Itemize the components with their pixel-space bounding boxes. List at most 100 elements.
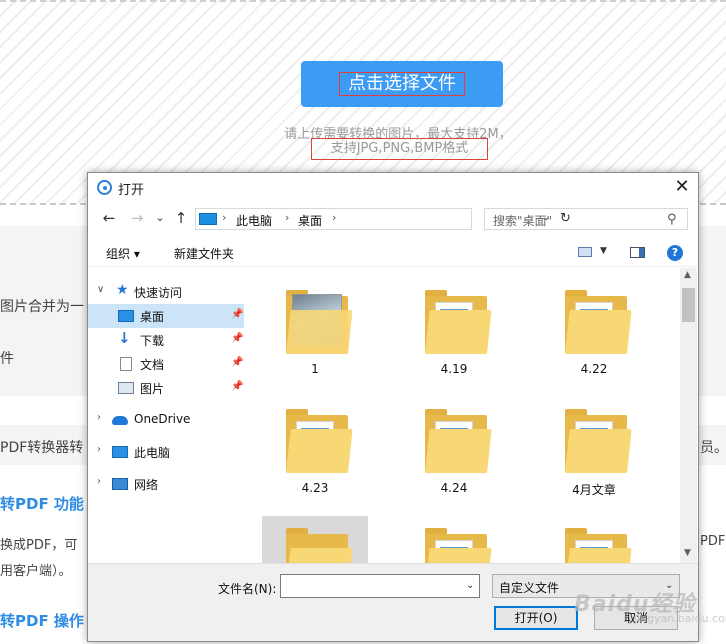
collapsed-chevron-icon[interactable]: › [97,476,101,487]
help-icon[interactable]: ? [667,245,683,261]
page-text: 换成PDF，可 [0,538,78,553]
nav-item-downloads[interactable]: ↓ 下载 📌 [88,328,244,352]
pin-icon[interactable]: 📌 [231,333,243,344]
folder-name: 4.23 [301,481,329,495]
nav-item-label: 文档 [140,358,165,372]
page-text: 员。 [700,440,726,456]
scroll-down-icon[interactable]: ▼ [684,548,691,558]
nav-item-this-pc[interactable]: › 此电脑 [88,440,244,464]
navigation-bar: ← → ⌄ ↑ › 此电脑 › 桌面 › ⌄ ↻ 搜索"桌面" ⚲ [88,203,698,235]
pin-icon[interactable]: 📌 [231,381,243,392]
breadcrumb-separator: › [222,211,227,224]
folder-item[interactable] [262,516,368,563]
folder-name: 4.22 [580,362,608,376]
dialog-titlebar[interactable]: 打开 ✕ [88,173,698,201]
nav-item-label: OneDrive [134,412,191,426]
back-arrow-icon[interactable]: ← [100,209,118,227]
chevron-down-icon[interactable]: ⌄ [466,580,474,591]
document-icon [120,357,132,371]
breadcrumb-this-pc[interactable]: 此电脑 [236,212,272,229]
picture-icon [118,382,134,394]
computer-icon [199,213,217,225]
recent-locations-chevron-icon[interactable]: ⌄ [151,209,169,227]
folder-item[interactable]: 4.19 [401,278,507,384]
pin-icon[interactable]: 📌 [231,309,243,320]
collapsed-chevron-icon[interactable]: › [97,412,101,423]
baidu-watermark: Baidu经验 jingyan.baidu.com [560,572,726,632]
page-text: PDF [700,534,726,549]
select-file-button[interactable]: 点击选择文件 [301,61,503,107]
nav-item-documents[interactable]: 文档 📌 [88,352,244,376]
page-text: 件 [0,351,14,367]
nav-item-label: 桌面 [140,310,165,324]
nav-item-onedrive[interactable]: › OneDrive [88,408,244,432]
file-type-value: 自定义文件 [499,581,560,595]
folder-item[interactable]: 4月文章 [541,397,647,503]
search-icon: ⚲ [667,212,677,227]
search-box[interactable]: 搜索"桌面" ⚲ [484,208,688,230]
filename-label: 文件名(N): [218,582,277,596]
view-mode-dropdown-icon[interactable]: ▼ [600,246,607,256]
nav-item-network[interactable]: › 网络 [88,472,244,496]
breadcrumb-desktop[interactable]: 桌面 [298,212,322,229]
watermark-url: jingyan.baidu.com [634,612,726,625]
select-file-label: 点击选择文件 [339,72,465,96]
breadcrumb-separator: › [285,211,290,224]
new-folder-button[interactable]: 新建文件夹 [174,245,234,262]
scrollbar-thumb[interactable] [682,288,695,322]
forward-arrow-icon[interactable]: → [128,209,146,227]
filename-field[interactable]: ⌄ [280,574,480,598]
close-icon[interactable]: ✕ [670,176,694,198]
computer-icon [112,446,128,458]
dialog-title: 打开 [118,183,145,198]
folder-icon [425,429,492,473]
preview-pane-icon[interactable] [630,247,645,258]
file-list: 1 4.19 4.22 4.23 4.24 4月文章 [248,268,680,563]
upload-hint-line2: 支持JPG,PNG,BMP格式 [311,138,488,160]
collapsed-chevron-icon[interactable]: › [97,444,101,455]
folder-icon [565,429,632,473]
folder-icon [286,429,353,473]
search-input[interactable]: 搜索"桌面" [493,212,552,229]
folder-item[interactable]: 4.24 [401,397,507,503]
star-icon: ★ [116,282,129,298]
folder-item[interactable]: 4.22 [541,278,647,384]
address-bar[interactable]: › 此电脑 › 桌面 › ⌄ ↻ [195,208,571,230]
page-text: PDF转换器转 [0,440,84,456]
pin-icon[interactable]: 📌 [231,357,243,368]
folder-name: 4月文章 [572,483,616,497]
folder-item[interactable]: 1 [262,278,368,384]
navigation-pane: ∨ ★ 快速访问 桌面 📌 ↓ 下载 📌 文档 📌 图片 📌 › OneDriv [88,268,246,563]
view-mode-icon[interactable] [578,247,592,257]
folder-item[interactable] [541,516,647,563]
folder-icon [565,548,632,563]
nav-item-label: 快速访问 [134,286,183,300]
nav-item-label: 下载 [140,334,165,348]
download-arrow-icon: ↓ [118,329,131,347]
nav-item-pictures[interactable]: 图片 📌 [88,376,244,400]
up-arrow-icon[interactable]: ↑ [172,209,190,227]
folder-icon [425,548,492,563]
page-text: 用客户端）。 [0,564,72,579]
nav-item-label: 此电脑 [134,446,171,460]
vertical-scrollbar[interactable]: ▲ ▼ [680,268,697,563]
folder-item[interactable] [401,516,507,563]
nav-item-label: 网络 [134,478,159,492]
folder-icon [425,310,492,354]
folder-icon [286,310,353,354]
organize-menu[interactable]: 组织 ▾ [106,245,140,262]
desktop-icon [118,310,134,322]
nav-item-desktop[interactable]: 桌面 📌 [88,304,244,328]
scroll-up-icon[interactable]: ▲ [684,270,691,280]
nav-item-quick-access[interactable]: ∨ ★ 快速访问 [88,280,244,304]
page-heading: 转PDF 操作 [0,612,84,630]
folder-item[interactable]: 4.23 [262,397,368,503]
folder-icon [565,310,632,354]
expanded-chevron-icon[interactable]: ∨ [97,284,104,295]
page-text: 图片合并为一 [0,299,84,315]
cloud-icon [112,416,128,425]
page-heading: 转PDF 功能 [0,495,84,513]
folder-name: 4.24 [440,481,468,495]
dialog-toolbar: 组织 ▾ 新建文件夹 ▼ ? [88,237,698,267]
folder-name: 1 [311,362,319,376]
